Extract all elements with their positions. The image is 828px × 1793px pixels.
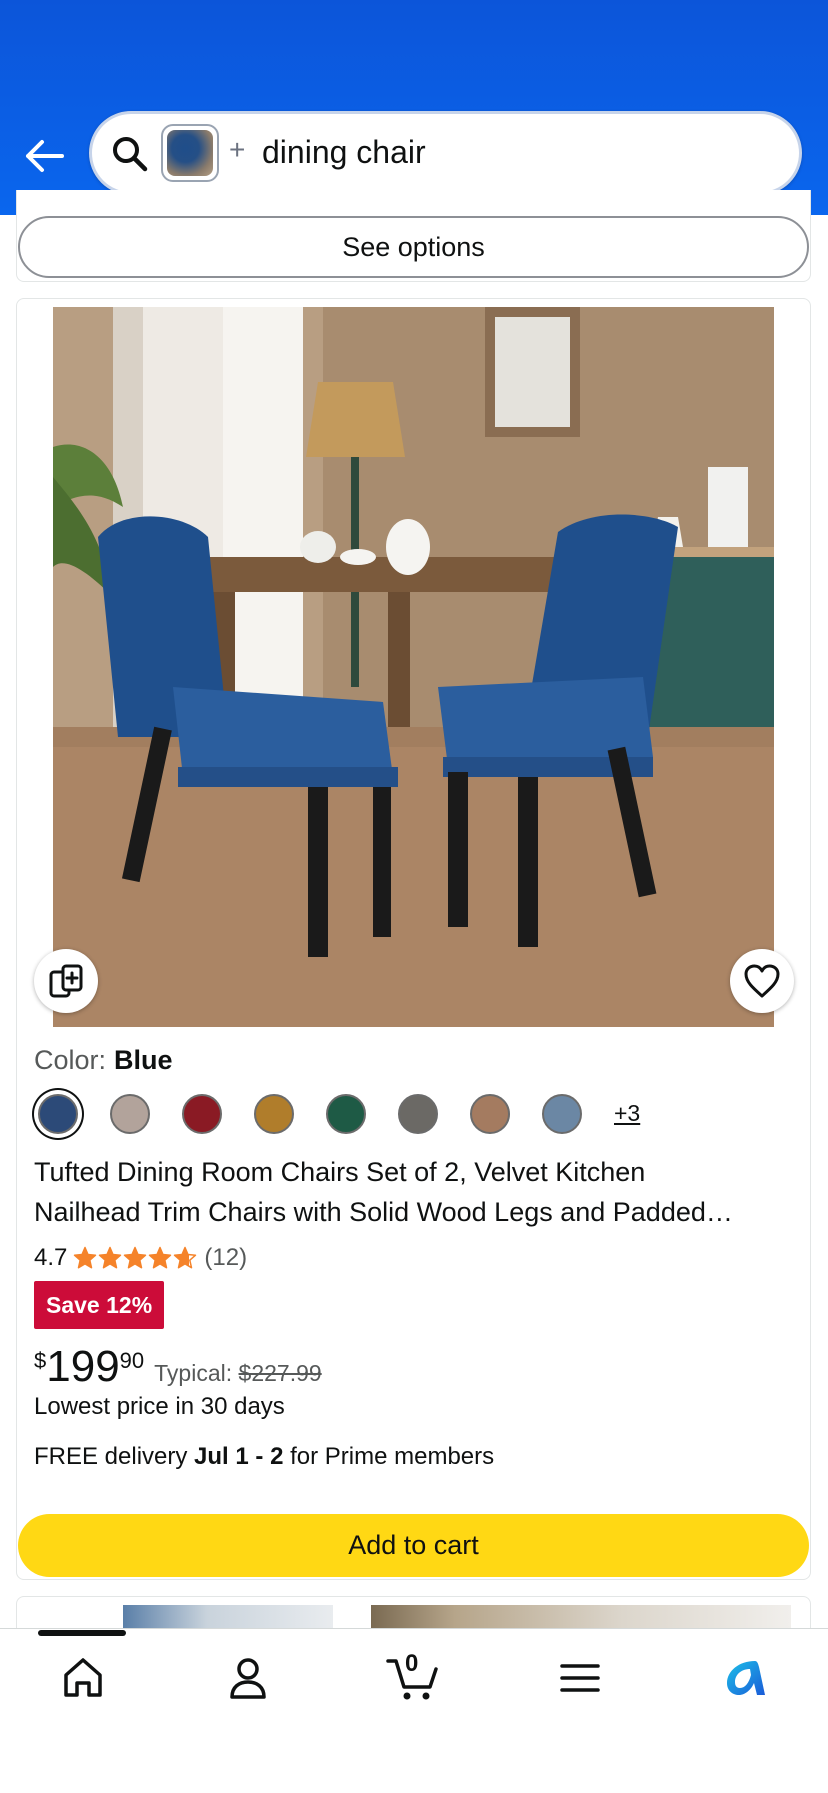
save-badge: Save 12% [34, 1281, 165, 1329]
plus-icon: + [229, 134, 246, 165]
color-swatches: +3 [38, 1094, 738, 1144]
rating-value: 4.7 [34, 1244, 68, 1271]
star-icon [124, 1246, 147, 1269]
cart-count: 0 [405, 1650, 419, 1677]
typical-price: $227.99 [238, 1360, 322, 1386]
more-colors-link[interactable]: +3 [614, 1100, 640, 1127]
menu-icon[interactable] [550, 1650, 610, 1706]
star-icon [149, 1246, 172, 1269]
color-swatch[interactable] [398, 1094, 438, 1134]
color-swatch[interactable] [470, 1094, 510, 1134]
wishlist-button[interactable] [730, 949, 794, 1013]
account-icon[interactable] [218, 1650, 278, 1706]
rufus-icon[interactable] [716, 1650, 776, 1706]
product-title[interactable]: Tufted Dining Room Chairs Set of 2, Velv… [34, 1152, 774, 1232]
delivery-suffix: for Prime members [290, 1443, 495, 1470]
see-options-button[interactable]: See options [18, 216, 809, 278]
delivery-info: FREE delivery Jul 1 - 2 for Prime member… [34, 1443, 494, 1471]
active-tab-indicator [38, 1630, 126, 1636]
add-to-cart-button[interactable]: Add to cart [18, 1514, 809, 1577]
rating-row[interactable]: 4.7 (12) [34, 1241, 247, 1275]
cart-icon[interactable]: 0 [383, 1650, 443, 1706]
color-label: Color: [34, 1045, 107, 1075]
color-swatch[interactable] [182, 1094, 222, 1134]
color-swatch[interactable] [542, 1094, 582, 1134]
color-swatch[interactable] [110, 1094, 150, 1134]
product-title-line[interactable]: Tufted Dining Room Chairs Set of 2, Velv… [34, 1152, 774, 1192]
compare-button[interactable] [34, 949, 98, 1013]
price-whole: 199 [46, 1342, 120, 1391]
product-title-line[interactable]: Nailhead Trim Chairs with Solid Wood Leg… [34, 1192, 774, 1232]
price-symbol: $ [34, 1348, 47, 1373]
back-arrow-icon[interactable] [22, 134, 66, 178]
image-search-thumbnail[interactable] [161, 124, 219, 182]
typical-label: Typical: [154, 1360, 233, 1386]
heart-icon [744, 964, 780, 998]
price-fraction: 90 [119, 1348, 145, 1373]
review-count[interactable]: (12) [204, 1244, 247, 1272]
star-icon [174, 1246, 197, 1269]
color-swatch[interactable] [254, 1094, 294, 1134]
home-icon[interactable] [53, 1650, 113, 1706]
typical-price-label: Typical: $227.99 [154, 1360, 322, 1387]
search-icon[interactable] [110, 134, 150, 174]
search-bar[interactable]: + dining chair [89, 111, 802, 195]
product-image[interactable] [53, 307, 774, 1027]
lowest-price-note: Lowest price in 30 days [34, 1393, 285, 1420]
selected-color: Blue [114, 1045, 173, 1075]
delivery-prefix: FREE delivery [34, 1443, 188, 1470]
star-icon [74, 1246, 97, 1269]
delivery-dates: Jul 1 - 2 [194, 1443, 284, 1470]
star-rating [73, 1246, 198, 1270]
color-swatch[interactable] [326, 1094, 366, 1134]
star-icon [99, 1246, 122, 1269]
compare-icon [49, 964, 83, 998]
price: $ 199 90 Typical: $227.99 [34, 1344, 322, 1390]
search-query[interactable]: dining chair [262, 134, 426, 171]
color-swatch[interactable] [38, 1094, 78, 1134]
color-selector-label: Color: Blue [34, 1045, 173, 1076]
